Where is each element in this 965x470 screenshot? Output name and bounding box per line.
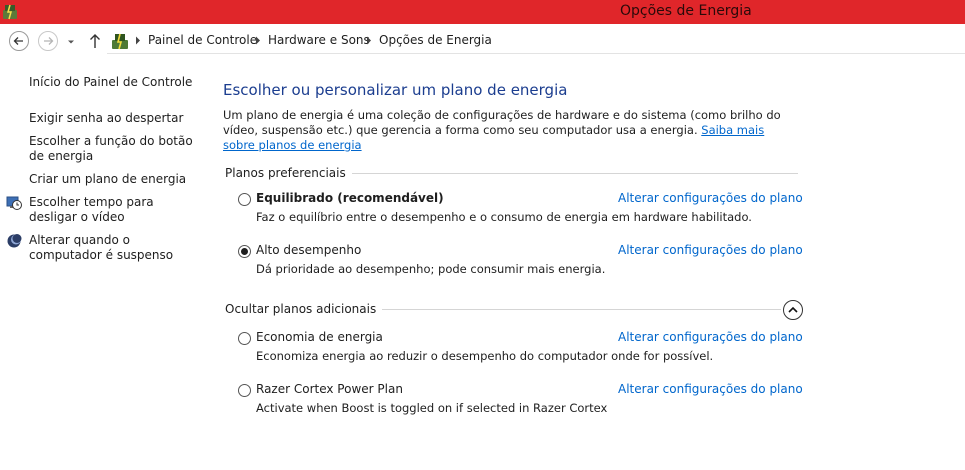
arrow-right-icon: [44, 37, 54, 45]
hide-additional-plans-label[interactable]: Ocultar planos adicionais: [225, 302, 383, 316]
sidebar-item-require-password[interactable]: Exigir senha ao despertar: [29, 111, 204, 126]
power-options-icon: [3, 4, 17, 20]
page-description: Um plano de energia é uma coleção de con…: [223, 108, 783, 153]
preferred-plans-label: Planos preferenciais: [225, 166, 352, 180]
control-panel-icon: [112, 33, 128, 50]
window-title: Opções de Energia: [620, 3, 752, 19]
clock-monitor-icon: [6, 196, 22, 210]
collapse-button[interactable]: [783, 300, 803, 320]
description-text: Um plano de energia é uma coleção de con…: [223, 108, 781, 137]
plan-high-performance-desc: Dá prioridade ao desempenho; pode consum…: [256, 262, 606, 276]
breadcrumb-hardware-sound[interactable]: Hardware e Sons: [268, 33, 370, 47]
moon-icon: [7, 234, 22, 248]
page-title: Escolher ou personalizar um plano de ene…: [223, 81, 568, 99]
plan-razer-cortex-name[interactable]: Razer Cortex Power Plan: [256, 382, 403, 396]
plan-power-saver-name[interactable]: Economia de energia: [256, 330, 383, 344]
breadcrumb-control-panel[interactable]: Painel de Controle: [148, 33, 257, 47]
breadcrumb-separator-icon: [136, 36, 140, 45]
plan-razer-cortex-radio[interactable]: [238, 384, 251, 397]
sidebar-item-display-off-time[interactable]: Escolher tempo para desligar o vídeo: [29, 195, 199, 225]
plan-power-saver-desc: Economiza energia ao reduzir o desempenh…: [256, 349, 714, 363]
address-bar: Painel de Controle Hardware e Sons Opçõe…: [0, 28, 965, 56]
sidebar-item-control-panel-home[interactable]: Início do Painel de Controle: [29, 75, 204, 90]
up-arrow-icon[interactable]: [88, 33, 102, 49]
sidebar-item-power-button[interactable]: Escolher a função do botão de energia: [29, 134, 199, 164]
arrow-left-icon: [13, 37, 23, 45]
forward-button[interactable]: [38, 31, 58, 51]
plan-high-performance-radio[interactable]: [238, 245, 251, 258]
breadcrumb-power-options[interactable]: Opções de Energia: [379, 33, 492, 47]
sidebar-item-create-plan[interactable]: Criar um plano de energia: [29, 172, 204, 187]
back-button[interactable]: [9, 31, 29, 51]
plan-balanced-name[interactable]: Equilibrado (recomendável): [256, 191, 444, 205]
plan-razer-cortex-desc: Activate when Boost is toggled on if sel…: [256, 401, 608, 415]
breadcrumb-separator-icon[interactable]: [366, 36, 372, 45]
plan-razer-cortex-change-link[interactable]: Alterar configurações do plano: [618, 382, 803, 396]
sidebar-item-sleep-time[interactable]: Alterar quando o computador é suspenso: [29, 233, 199, 263]
breadcrumb-separator-icon[interactable]: [255, 36, 261, 45]
address-field[interactable]: Painel de Controle Hardware e Sons Opçõe…: [107, 28, 965, 54]
chevron-up-icon: [788, 306, 798, 313]
title-bar: Opções de Energia: [0, 0, 965, 24]
recent-locations-chevron-icon[interactable]: [67, 38, 75, 46]
plan-balanced-radio[interactable]: [238, 193, 251, 206]
plan-power-saver-change-link[interactable]: Alterar configurações do plano: [618, 330, 803, 344]
plan-power-saver-radio[interactable]: [238, 332, 251, 345]
plan-balanced-desc: Faz o equilíbrio entre o desempenho e o …: [256, 210, 752, 224]
plan-balanced-change-link[interactable]: Alterar configurações do plano: [618, 191, 803, 205]
plan-high-performance-name[interactable]: Alto desempenho: [256, 243, 361, 257]
plan-high-performance-change-link[interactable]: Alterar configurações do plano: [618, 243, 803, 257]
